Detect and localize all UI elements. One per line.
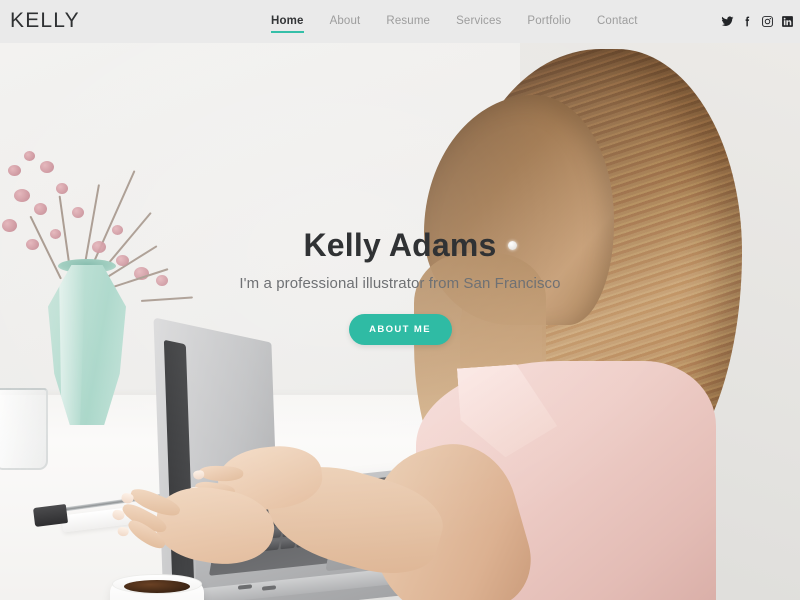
coffee-liquid — [124, 580, 190, 593]
linkedin-icon[interactable] — [781, 15, 794, 28]
marker-cap — [32, 504, 69, 527]
hero-section: Kelly Adams I'm a professional illustrat… — [0, 43, 800, 600]
earring — [508, 241, 517, 250]
nav-item-contact[interactable]: Contact — [584, 0, 651, 43]
nav-item-resume[interactable]: Resume — [373, 0, 443, 43]
nav-item-home-label: Home — [271, 15, 304, 27]
about-me-button[interactable]: ABOUT ME — [348, 314, 452, 345]
nav-item-services[interactable]: Services — [443, 0, 514, 43]
site-header: KELLY Home About Resume Services Portfol… — [0, 0, 800, 43]
main-navigation: Home About Resume Services Portfolio Con… — [258, 0, 651, 43]
nav-item-home[interactable]: Home — [258, 0, 317, 43]
twitter-icon[interactable] — [721, 15, 734, 28]
page-root: KELLY Home About Resume Services Portfol… — [0, 0, 800, 600]
nav-item-portfolio[interactable]: Portfolio — [514, 0, 584, 43]
social-links — [721, 0, 794, 43]
facebook-icon[interactable] — [741, 15, 754, 28]
instagram-icon[interactable] — [761, 15, 774, 28]
nav-item-about[interactable]: About — [317, 0, 374, 43]
nav-active-underline — [271, 31, 304, 33]
site-logo[interactable]: KELLY — [10, 9, 80, 33]
drinking-glass — [0, 388, 48, 470]
person-photo — [111, 43, 800, 600]
